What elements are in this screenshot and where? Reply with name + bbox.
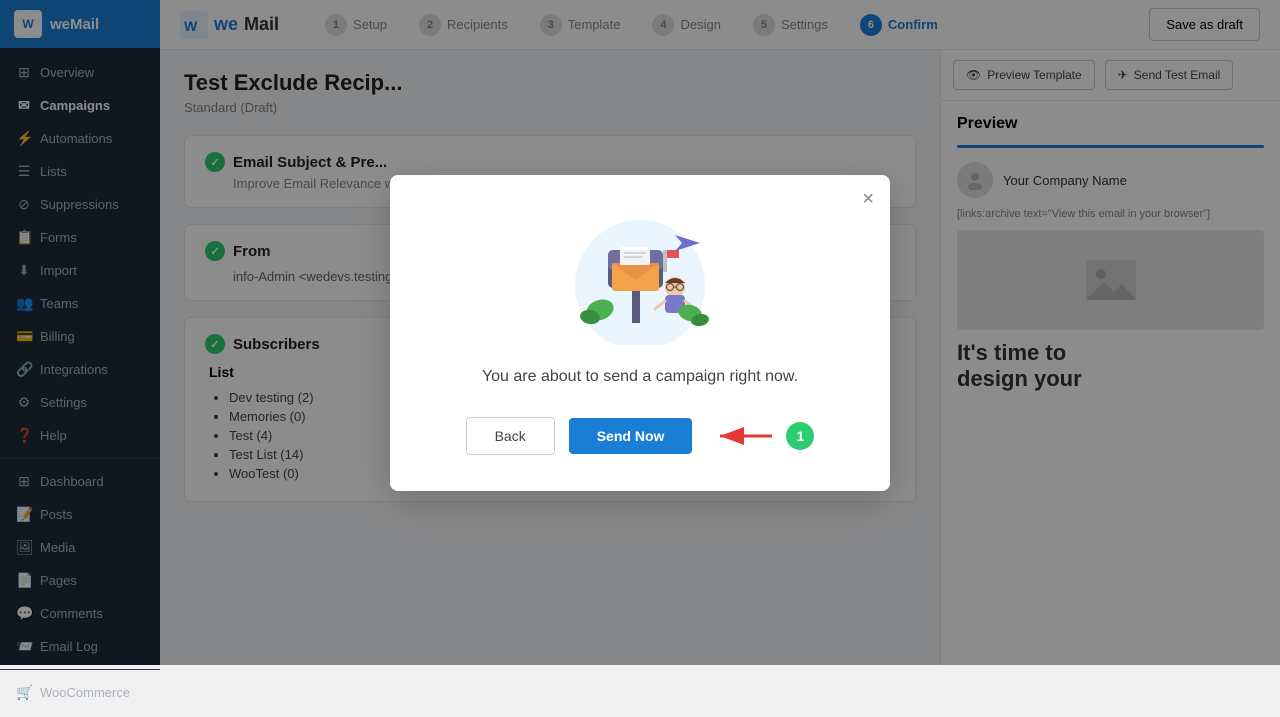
send-now-button[interactable]: Send Now [569, 418, 693, 454]
send-campaign-illustration [560, 205, 720, 345]
back-button[interactable]: Back [466, 417, 555, 455]
woocommerce-icon: 🛒 [16, 684, 32, 701]
modal-illustration [560, 205, 720, 345]
sidebar-item-label: WooCommerce [40, 685, 130, 700]
modal-actions: Back Send Now 1 [430, 417, 850, 455]
modal-message: You are about to send a campaign right n… [430, 365, 850, 389]
sidebar-divider-2 [0, 669, 160, 670]
arrow-badge: 1 [712, 422, 814, 450]
modal-close-button[interactable]: × [862, 189, 874, 209]
red-arrow-icon [712, 424, 782, 448]
modal-overlay: × [0, 0, 1280, 665]
confirm-modal: × [390, 175, 890, 491]
badge-number: 1 [786, 422, 814, 450]
sidebar-item-woocommerce[interactable]: 🛒 WooCommerce [0, 676, 160, 709]
